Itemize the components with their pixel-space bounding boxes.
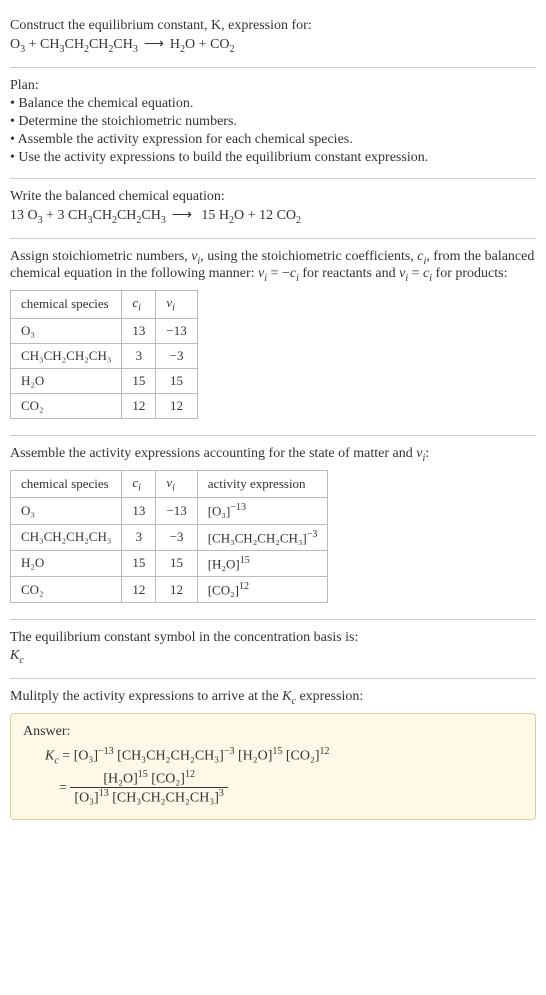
fraction: [H₂O]15 [CO₂]12 [O₃]13 [CH₃CH₂CH₂CH₃]3 xyxy=(70,769,227,807)
table-row: H₂O1515[H₂O]15 xyxy=(11,550,328,576)
col-species: chemical species xyxy=(11,470,122,498)
fraction-numerator: [H₂O]15 [CO₂]12 xyxy=(70,769,227,789)
answer-box: Answer: Kc = [O₃]−13 [CH₃CH₂CH₂CH₃]−3 [H… xyxy=(10,713,536,820)
col-ci: ci xyxy=(122,470,156,498)
balanced-label: Write the balanced chemical equation: xyxy=(10,189,536,205)
answer-label: Answer: xyxy=(23,724,523,740)
table-row: O₃13−13 xyxy=(11,318,198,343)
plan-bullet-4: • Use the activity expressions to build … xyxy=(10,150,536,166)
table-row: CO₂1212[CO₂]12 xyxy=(11,577,328,603)
table-row: CH₃CH₂CH₂CH₃3−3[CH₃CH₂CH₂CH₃]−3 xyxy=(11,524,328,550)
species-co2: CO2 xyxy=(210,37,234,52)
activity-text: Assemble the activity expressions accoun… xyxy=(10,446,536,464)
multiply-text: Mulitply the activity expressions to arr… xyxy=(10,689,536,707)
answer-line-1: Kc = [O₃]−13 [CH₃CH₂CH₂CH₃]−3 [H₂O]15 [C… xyxy=(45,746,523,766)
answer-line-2: = [H₂O]15 [CO₂]12 [O₃]13 [CH₃CH₂CH₂CH₃]3 xyxy=(45,769,523,807)
section-kc-symbol: The equilibrium constant symbol in the c… xyxy=(10,620,536,679)
section-stoich: Assign stoichiometric numbers, νi, using… xyxy=(10,239,536,436)
section-balanced: Write the balanced chemical equation: 13… xyxy=(10,179,536,239)
species-h2o: H2O xyxy=(219,208,244,223)
table-row: CH₃CH₂CH₂CH₃3−3 xyxy=(11,343,198,368)
species-h2o: H2O xyxy=(170,37,195,52)
plan-bullet-1: • Balance the chemical equation. xyxy=(10,96,536,112)
plan-title: Plan: xyxy=(10,78,536,94)
plan-bullet-2: • Determine the stoichiometric numbers. xyxy=(10,114,536,130)
col-ci: ci xyxy=(122,291,156,319)
kc-symbol: Kc xyxy=(10,648,536,666)
species-butane: CH3CH2CH2CH3 xyxy=(68,208,166,223)
species-o3: O3 xyxy=(10,37,25,52)
balanced-equation: 13 O3 + 3 CH3CH2CH2CH3⟶ 15 H2O + 12 CO2 xyxy=(10,207,536,226)
reaction-arrow: ⟶ xyxy=(166,208,198,223)
answer-equation: Kc = [O₃]−13 [CH₃CH₂CH₂CH₃]−3 [H₂O]15 [C… xyxy=(23,746,523,807)
plan-bullet-3: • Assemble the activity expression for e… xyxy=(10,132,536,148)
col-nui: νi xyxy=(156,291,197,319)
unbalanced-equation: O3 + CH3CH2CH2CH3⟶H2O + CO2 xyxy=(10,36,536,55)
table-row: H₂O1515 xyxy=(11,368,198,393)
kc-text: The equilibrium constant symbol in the c… xyxy=(10,630,536,646)
prompt-text: Construct the equilibrium constant, K, e… xyxy=(10,18,536,34)
stoich-text: Assign stoichiometric numbers, νi, using… xyxy=(10,249,536,285)
col-nui: νi xyxy=(156,470,197,498)
table-header-row: chemical species ci νi activity expressi… xyxy=(11,470,328,498)
table-row: CO₂1212 xyxy=(11,393,198,418)
fraction-denominator: [O₃]13 [CH₃CH₂CH₂CH₃]3 xyxy=(70,788,227,807)
table-row: O₃13−13[O₃]−13 xyxy=(11,498,328,524)
reaction-arrow: ⟶ xyxy=(138,37,170,52)
species-co2: CO2 xyxy=(277,208,301,223)
table-header-row: chemical species ci νi xyxy=(11,291,198,319)
col-activity: activity expression xyxy=(197,470,328,498)
section-prompt: Construct the equilibrium constant, K, e… xyxy=(10,8,536,68)
species-o3: O3 xyxy=(28,208,43,223)
section-plan: Plan: • Balance the chemical equation. •… xyxy=(10,68,536,179)
section-activity: Assemble the activity expressions accoun… xyxy=(10,436,536,621)
activity-table: chemical species ci νi activity expressi… xyxy=(10,470,328,604)
species-butane: CH3CH2CH2CH3 xyxy=(40,37,138,52)
section-multiply: Mulitply the activity expressions to arr… xyxy=(10,679,536,830)
col-species: chemical species xyxy=(11,291,122,319)
stoich-table: chemical species ci νi O₃13−13 CH₃CH₂CH₂… xyxy=(10,290,198,419)
